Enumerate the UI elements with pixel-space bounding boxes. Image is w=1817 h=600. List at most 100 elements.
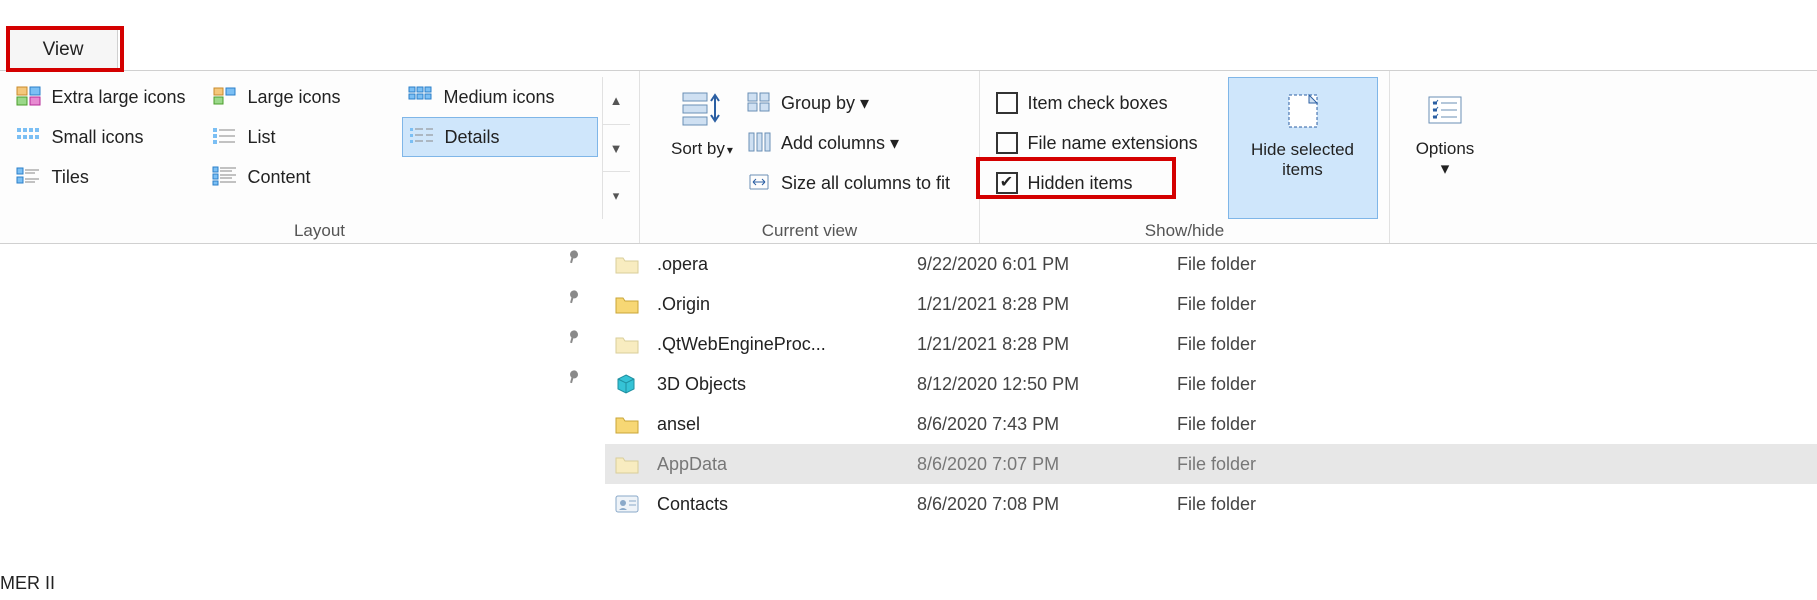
- checkbox-label: Item check boxes: [1028, 93, 1168, 114]
- file-row[interactable]: 3D Objects8/12/2020 12:50 PMFile folder: [605, 364, 1817, 404]
- layout-gallery-scroll: ▲ ▼ ▾: [602, 77, 630, 219]
- hidden-items-checkbox[interactable]: ✔ Hidden items: [992, 163, 1228, 203]
- ribbon-group-label: Current view: [762, 219, 857, 241]
- hide-selected-items-icon: [1280, 88, 1326, 134]
- layout-gallery-up[interactable]: ▲: [603, 77, 630, 125]
- file-date-modified: 8/6/2020 7:07 PM: [917, 454, 1177, 475]
- file-row[interactable]: Contacts8/6/2020 7:08 PMFile folder: [605, 484, 1817, 524]
- details-icon: [409, 126, 437, 148]
- file-date-modified: 8/6/2020 7:08 PM: [917, 494, 1177, 515]
- layout-option-large-icons[interactable]: Large icons: [206, 77, 402, 117]
- file-type: File folder: [1177, 494, 1417, 515]
- file-row[interactable]: .QtWebEngineProc...1/21/2021 8:28 PMFile…: [605, 324, 1817, 364]
- pin-icon: [561, 286, 589, 314]
- ribbon-group-label: [1443, 219, 1448, 241]
- pin-icon: [561, 246, 589, 274]
- content-pane: MER II .opera9/22/2020 6:01 PMFile folde…: [0, 244, 1817, 600]
- layout-option-content[interactable]: Content: [206, 157, 402, 197]
- size-all-columns-button[interactable]: Size all columns to fit: [741, 163, 956, 203]
- folder-icon: [615, 414, 657, 434]
- layout-option-tiles[interactable]: Tiles: [10, 157, 206, 197]
- contacts-icon: [615, 494, 657, 514]
- sort-by-label: Sort by: [671, 139, 733, 159]
- ribbon-group-show-hide: Item check boxes File name extensions ✔ …: [980, 71, 1390, 243]
- ribbon-group-label: Show/hide: [1145, 219, 1224, 241]
- checkbox-icon: [996, 92, 1018, 114]
- file-date-modified: 1/21/2021 8:28 PM: [917, 334, 1177, 355]
- file-name: ansel: [657, 414, 917, 435]
- file-type: File folder: [1177, 294, 1417, 315]
- layout-gallery-more[interactable]: ▾: [603, 172, 630, 219]
- file-type: File folder: [1177, 454, 1417, 475]
- add-columns-button[interactable]: Add columns ▾: [741, 123, 956, 163]
- tiles-icon: [16, 166, 44, 188]
- extra-large-icons-icon: [16, 86, 44, 108]
- ribbon-group-label: Layout: [294, 219, 345, 241]
- folder-hidden-icon: [615, 334, 657, 354]
- file-name: Contacts: [657, 494, 917, 515]
- item-check-boxes-checkbox[interactable]: Item check boxes: [992, 83, 1228, 123]
- layout-gallery: Extra large icons Large icons Medium icons…: [10, 77, 598, 219]
- checkbox-icon: [996, 132, 1018, 154]
- ribbon-tab-label: View: [43, 39, 84, 60]
- ribbon-tab-view[interactable]: View: [8, 28, 118, 70]
- file-name: .QtWebEngineProc...: [657, 334, 917, 355]
- group-by-button[interactable]: Group by ▾: [741, 83, 956, 123]
- layout-option-label: Tiles: [52, 167, 89, 188]
- ribbon: Extra large icons Large icons Medium icons…: [0, 70, 1817, 244]
- layout-option-label: Details: [445, 127, 500, 148]
- folder-hidden-icon: [615, 454, 657, 474]
- checkbox-label: File name extensions: [1028, 133, 1198, 154]
- sort-by-button[interactable]: Sort by: [663, 77, 741, 219]
- checkbox-label: Hidden items: [1028, 173, 1133, 194]
- size-all-columns-icon: [747, 172, 773, 194]
- file-row[interactable]: AppData8/6/2020 7:07 PMFile folder: [605, 444, 1817, 484]
- layout-option-label: Large icons: [248, 87, 341, 108]
- file-type: File folder: [1177, 334, 1417, 355]
- checkbox-icon: ✔: [996, 172, 1018, 194]
- add-columns-icon: [747, 132, 773, 154]
- 3d-objects-icon: [615, 373, 657, 395]
- layout-option-label: Medium icons: [444, 87, 555, 108]
- layout-option-label: List: [248, 127, 276, 148]
- group-by-label: Group by ▾: [781, 93, 869, 114]
- hide-selected-items-label: Hide selected items: [1251, 140, 1354, 179]
- hide-selected-items-button[interactable]: Hide selected items: [1228, 77, 1378, 219]
- group-by-icon: [747, 92, 773, 114]
- options-icon: [1422, 87, 1468, 133]
- layout-option-medium-icons[interactable]: Medium icons: [402, 77, 598, 117]
- layout-option-label: Extra large icons: [52, 87, 186, 108]
- options-label: Options▾: [1416, 139, 1475, 178]
- layout-gallery-down[interactable]: ▼: [603, 125, 630, 173]
- file-name: .opera: [657, 254, 917, 275]
- file-row[interactable]: .Origin1/21/2021 8:28 PMFile folder: [605, 284, 1817, 324]
- file-date-modified: 9/22/2020 6:01 PM: [917, 254, 1177, 275]
- add-columns-label: Add columns ▾: [781, 133, 899, 154]
- navigation-pane[interactable]: MER II: [0, 244, 605, 600]
- layout-option-label: Content: [248, 167, 311, 188]
- file-date-modified: 1/21/2021 8:28 PM: [917, 294, 1177, 315]
- sort-by-icon: [679, 87, 725, 133]
- file-row[interactable]: .opera9/22/2020 6:01 PMFile folder: [605, 244, 1817, 284]
- size-all-columns-label: Size all columns to fit: [781, 173, 950, 194]
- file-row[interactable]: ansel8/6/2020 7:43 PMFile folder: [605, 404, 1817, 444]
- folder-icon: [615, 294, 657, 314]
- nav-truncated-item[interactable]: MER II: [0, 573, 55, 594]
- layout-option-label: Small icons: [52, 127, 144, 148]
- layout-option-small-icons[interactable]: Small icons: [10, 117, 206, 157]
- file-name-extensions-checkbox[interactable]: File name extensions: [992, 123, 1228, 163]
- list-icon: [212, 126, 240, 148]
- layout-option-extra-large-icons[interactable]: Extra large icons: [10, 77, 206, 117]
- ribbon-group-current-view: Sort by Group by ▾ Add columns ▾: [640, 71, 980, 243]
- file-name: AppData: [657, 454, 917, 475]
- file-type: File folder: [1177, 414, 1417, 435]
- ribbon-group-layout: Extra large icons Large icons Medium icons…: [0, 71, 640, 243]
- file-list[interactable]: .opera9/22/2020 6:01 PMFile folder.Origi…: [605, 244, 1817, 600]
- content-icon: [212, 166, 240, 188]
- layout-option-list[interactable]: List: [206, 117, 402, 157]
- layout-option-details[interactable]: Details: [402, 117, 598, 157]
- file-name: .Origin: [657, 294, 917, 315]
- file-date-modified: 8/6/2020 7:43 PM: [917, 414, 1177, 435]
- options-button[interactable]: Options▾: [1400, 77, 1490, 219]
- large-icons-icon: [212, 86, 240, 108]
